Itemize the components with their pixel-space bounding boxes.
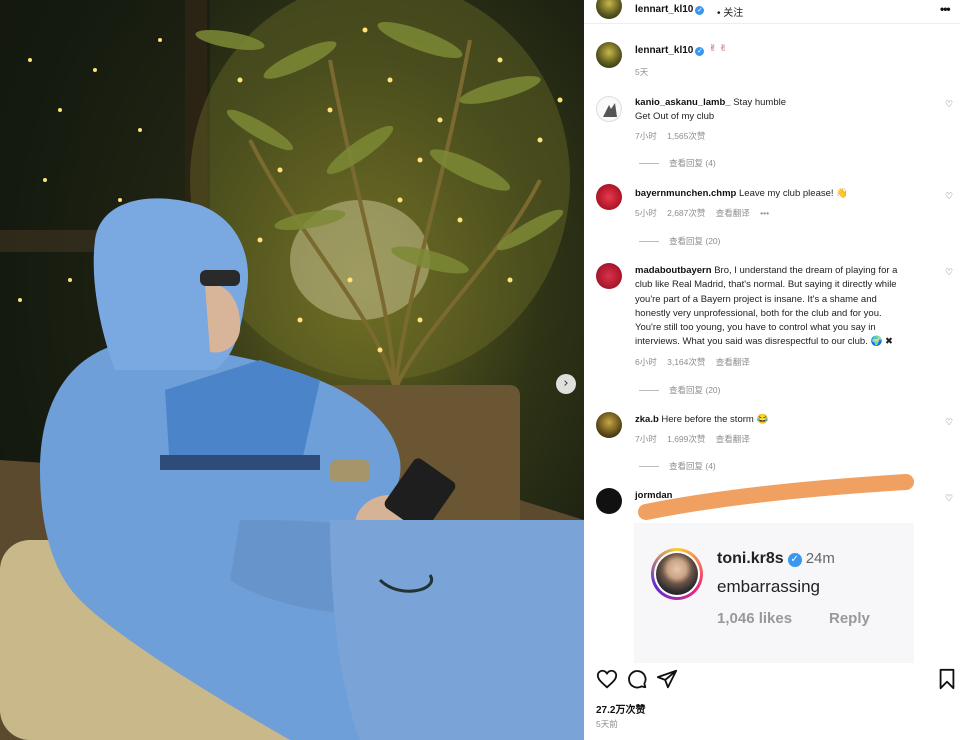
comment-body: club like Real Madrid, that's normal. Bu…: [635, 279, 897, 291]
comment-body: you're part of a Bayern project is insan…: [635, 293, 877, 305]
heart-icon[interactable]: ♡: [945, 494, 953, 504]
heart-icon[interactable]: ♡: [945, 268, 953, 278]
reply-header: toni.kr8s ✓ 24m: [717, 550, 835, 568]
reply-time: 24m: [805, 550, 835, 567]
post-header: lennart_kl10 ✓ • 关注 •••: [584, 0, 960, 24]
translate-button[interactable]: 查看翻译: [716, 208, 750, 218]
comment-time: 5小时: [635, 208, 657, 218]
author-username-text[interactable]: lennart_kl10: [635, 4, 693, 15]
comment-time: 7小时: [635, 131, 657, 141]
verified-icon: ✓: [695, 6, 705, 15]
view-replies-button[interactable]: 查看回复 (4): [639, 157, 716, 169]
translate-button[interactable]: 查看翻译: [716, 357, 750, 367]
action-bar: [584, 668, 960, 692]
caption-emoji: ✌ ✌: [709, 44, 727, 54]
author-avatar[interactable]: [596, 0, 622, 19]
comment-likes[interactable]: 2,687次赞: [667, 208, 705, 218]
photo-illustration: [0, 0, 584, 740]
divider: [639, 241, 659, 243]
next-photo-button[interactable]: ›: [556, 374, 576, 394]
comment-text: kanio_askanu_lamb_ Stay humble Get Out o…: [635, 96, 933, 125]
reply-button: Reply: [829, 610, 870, 627]
bookmark-icon[interactable]: [936, 668, 958, 690]
comment-body: Stay humble: [733, 97, 787, 108]
comment-likes[interactable]: 1,699次赞: [667, 434, 705, 444]
comment-text: bayernmunchen.chmp Leave my club please!…: [635, 187, 933, 201]
view-replies-button[interactable]: 查看回复 (4): [639, 460, 716, 472]
comment-likes[interactable]: 3,164次赞: [667, 357, 705, 367]
follow-button[interactable]: • 关注: [717, 4, 743, 19]
view-replies-label[interactable]: 查看回复 (4): [669, 461, 716, 471]
heart-icon[interactable]: ♡: [945, 192, 953, 202]
heart-icon[interactable]: ♡: [945, 100, 953, 110]
commenter-avatar[interactable]: [596, 412, 622, 438]
comment-body: Bro, I understand the dream of playing f…: [714, 265, 898, 276]
view-replies-label[interactable]: 查看回复 (20): [669, 385, 720, 395]
comment-text: madaboutbayern Bro, I understand the dre…: [635, 264, 933, 350]
comment-meta: 7小时 1,565次赞: [635, 130, 713, 142]
heart-icon[interactable]: [596, 668, 618, 690]
view-replies-button[interactable]: 查看回复 (20): [639, 235, 720, 247]
comment-username[interactable]: madaboutbayern: [635, 265, 712, 276]
post-photo: ›: [0, 0, 584, 740]
more-options-button[interactable]: •••: [940, 2, 951, 16]
view-replies-button[interactable]: 查看回复 (20): [639, 384, 720, 396]
comment-time: 6小时: [635, 357, 657, 367]
view-replies-label[interactable]: 查看回复 (20): [669, 236, 720, 246]
comment-time: 7小时: [635, 434, 657, 444]
comment-body: Get Out of my club: [635, 111, 715, 123]
post-time: 5天前: [596, 719, 618, 729]
divider: [639, 390, 659, 392]
verified-icon: ✓: [787, 553, 802, 567]
comment-body: Leave my club please! 👋: [739, 188, 848, 199]
commenter-avatar[interactable]: [596, 184, 622, 210]
scribble-overlay: [638, 474, 914, 520]
follow-label[interactable]: 关注: [723, 8, 743, 19]
comment-likes[interactable]: 1,565次赞: [667, 131, 705, 141]
reply-likes: 1,046 likes: [717, 610, 793, 627]
comment-username[interactable]: zka.b: [635, 414, 659, 425]
comment-text: zka.b Here before the storm 😂: [635, 413, 933, 427]
reply-text: embarrassing: [717, 577, 820, 596]
translate-button[interactable]: 查看翻译: [716, 434, 750, 444]
reply-username: toni.kr8s: [717, 550, 784, 567]
caption-time: 5天: [635, 67, 649, 77]
comment-meta: 7小时 1,699次赞 查看翻译: [635, 433, 758, 445]
post-detail-panel: lennart_kl10 ✓ • 关注 ••• lennart_kl10 ✓ ✌ ✌…: [584, 0, 960, 740]
comment-body: interviews. What you said was disrespect…: [635, 336, 893, 348]
comment-body: Here before the storm 😂: [661, 414, 769, 425]
commenter-avatar[interactable]: [596, 488, 622, 514]
view-replies-label[interactable]: 查看回复 (4): [669, 158, 716, 168]
author-username[interactable]: lennart_kl10 ✓: [635, 4, 705, 15]
comment-username[interactable]: bayernmunchen.chmp: [635, 188, 736, 199]
commenter-avatar[interactable]: [596, 96, 622, 122]
comment-more-button[interactable]: •••: [760, 208, 769, 218]
caption-username-text[interactable]: lennart_kl10: [635, 45, 693, 56]
divider: [639, 466, 659, 468]
comment-meta: 6小时 3,164次赞 查看翻译: [635, 356, 758, 368]
share-icon[interactable]: [656, 668, 678, 690]
comment-body: You're still too young, you have to cont…: [635, 322, 876, 334]
comment-username[interactable]: kanio_askanu_lamb_: [635, 97, 731, 108]
reply-avatar: [651, 548, 703, 600]
comment-meta: 5小时 2,687次赞 查看翻译 •••: [635, 207, 777, 219]
caption-avatar[interactable]: [596, 42, 622, 68]
verified-icon: ✓: [695, 47, 705, 56]
comment-body: honestly very unprofessional, both for t…: [635, 307, 882, 319]
comment-icon[interactable]: [626, 668, 648, 690]
caption-username[interactable]: lennart_kl10 ✓: [635, 45, 705, 56]
reply-screenshot: toni.kr8s ✓ 24m embarrassing 1,046 likes R…: [634, 523, 914, 663]
post-likes-count[interactable]: 27.2万次赞: [596, 701, 645, 716]
divider: [639, 163, 659, 165]
heart-icon[interactable]: ♡: [945, 418, 953, 428]
commenter-avatar[interactable]: [596, 263, 622, 289]
